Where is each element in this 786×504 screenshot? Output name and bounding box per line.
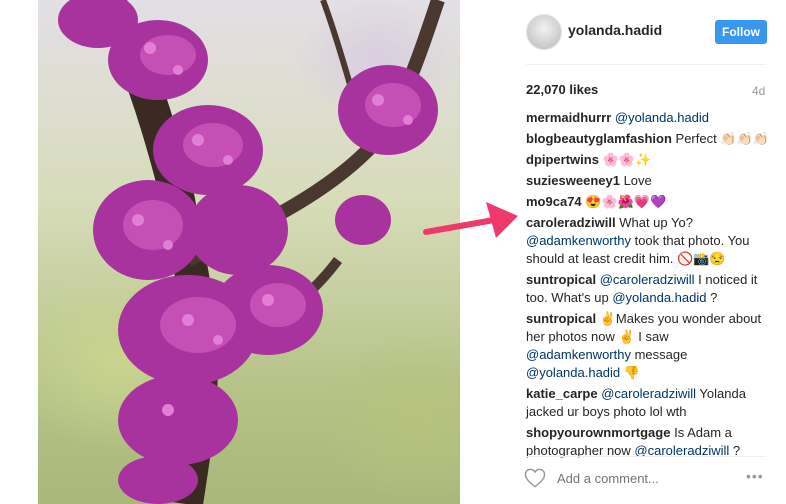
comment-item: shopyourownmortgage Is Adam a photograph… — [526, 424, 776, 460]
comment-text: 😍🌸🌺💗💜 — [585, 194, 667, 209]
post-header: yolanda.hadid Follow — [460, 0, 786, 64]
redbud-branch-illustration — [58, 0, 445, 504]
comment-list: mermaidhurrr @yolanda.hadid blogbeautygla… — [526, 109, 776, 463]
heart-icon[interactable] — [524, 468, 546, 488]
annotation-arrow-icon — [423, 202, 518, 238]
comment-item: blogbeautyglamfashion Perfect 👏🏻👏🏻👏🏻 — [526, 130, 776, 148]
comment-username[interactable]: mermaidhurrr — [526, 110, 611, 125]
likes-count[interactable]: 22,070 likes — [526, 82, 598, 97]
comment-username[interactable]: katie_carpe — [526, 386, 598, 401]
comment-username[interactable]: mo9ca74 — [526, 194, 582, 209]
follow-button[interactable]: Follow — [715, 20, 767, 44]
more-options-icon[interactable]: ••• — [746, 468, 764, 484]
comment-text: 🌸🌸✨ — [602, 152, 652, 167]
flower-clusters — [58, 0, 438, 504]
comment-username[interactable]: caroleradziwill — [526, 215, 616, 230]
comment-item: caroleradziwill What up Yo? @adamkenwort… — [526, 214, 776, 268]
comment-mention-link[interactable]: @adamkenworthy — [526, 347, 631, 362]
comment-mention-link[interactable]: @caroleradziwill — [601, 386, 696, 401]
comment-text: What up Yo? — [619, 215, 693, 230]
post-photo[interactable] — [38, 0, 460, 504]
comment-item: dpipertwins 🌸🌸✨ — [526, 151, 776, 169]
post-details-panel: yolanda.hadid Follow 22,070 likes 4d mer… — [460, 0, 786, 504]
comment-text: message — [630, 347, 688, 362]
comment-item: katie_carpe @caroleradziwill Yolanda jac… — [526, 385, 776, 421]
comment-text: ? — [706, 290, 718, 305]
comment-text: Perfect 👏🏻👏🏻👏🏻 — [675, 131, 769, 146]
comment-username[interactable]: dpipertwins — [526, 152, 599, 167]
comment-username[interactable]: blogbeautyglamfashion — [526, 131, 672, 146]
comment-username[interactable]: shopyourownmortgage — [526, 425, 670, 440]
footer-divider — [526, 456, 766, 457]
comment-item: suntropical @caroleradziwill I noticed i… — [526, 271, 776, 307]
comment-mention-link[interactable]: @yolanda.hadid — [612, 290, 706, 305]
comment-username[interactable]: suntropical — [526, 272, 596, 287]
header-divider — [526, 64, 766, 65]
add-comment-input[interactable] — [555, 470, 739, 487]
comment-mention-link[interactable]: @adamkenworthy — [526, 233, 631, 248]
comment-item: suziesweeney1 Love — [526, 172, 776, 190]
avatar[interactable] — [526, 14, 562, 50]
comment-mention-link[interactable]: @yolanda.hadid — [526, 365, 620, 380]
comment-item: mermaidhurrr @yolanda.hadid — [526, 109, 776, 127]
comment-username[interactable]: suntropical — [526, 311, 596, 326]
comment-text: Love — [623, 173, 652, 188]
post-username[interactable]: yolanda.hadid — [568, 22, 662, 38]
comment-mention-link[interactable]: @yolanda.hadid — [615, 110, 709, 125]
comment-mention-link[interactable]: @caroleradziwill — [600, 272, 695, 287]
comment-username[interactable]: suziesweeney1 — [526, 173, 620, 188]
comment-text: 👎 — [620, 365, 640, 380]
comment-item: mo9ca74 😍🌸🌺💗💜 — [526, 193, 776, 211]
comment-item: suntropical ✌️Makes you wonder about her… — [526, 310, 776, 382]
post-age: 4d — [752, 84, 766, 98]
